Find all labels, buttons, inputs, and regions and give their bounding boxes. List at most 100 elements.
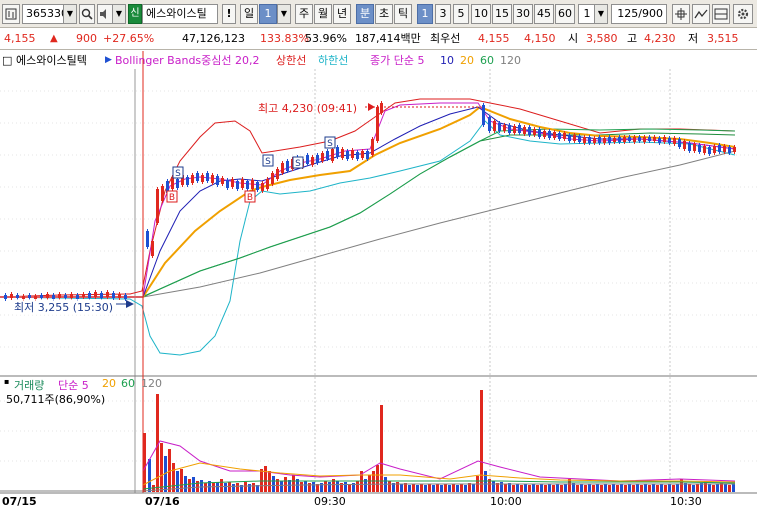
candle-body [82, 294, 85, 297]
expand-icon[interactable]: ▶ [105, 54, 112, 67]
interval-10-button[interactable]: 10 [471, 4, 491, 24]
period-year-button[interactable]: 년 [333, 4, 351, 24]
chart-type-icon[interactable] [2, 4, 20, 24]
interval-1-button[interactable]: 1 [417, 4, 433, 24]
volume-bar [512, 485, 515, 492]
interval-60-button[interactable]: 60 [555, 4, 575, 24]
speaker-dropdown[interactable]: ▼ [112, 4, 126, 24]
legend-ma120: 120 [500, 54, 521, 67]
collapse-icon[interactable]: □ [2, 54, 12, 67]
legend-upper: 상한선 [276, 54, 307, 67]
volume-bar [244, 482, 247, 492]
candle-body [678, 139, 681, 147]
volume-bar [396, 482, 399, 492]
volume-bar [288, 480, 291, 492]
candle-body [40, 295, 43, 298]
volume-bar [148, 459, 151, 492]
candle-body [643, 137, 646, 142]
stock-code-input[interactable]: 365330 [22, 4, 68, 24]
candle-body [16, 295, 19, 298]
volume-bar [200, 480, 203, 492]
candle-body [638, 137, 641, 141]
candle-body [648, 137, 651, 141]
time-label-0930: 09:30 [314, 495, 346, 508]
volume-collapse-icon[interactable]: ▪ [4, 377, 9, 386]
candle-body [356, 152, 359, 159]
custom-interval-dropdown[interactable]: ▼ [594, 4, 608, 24]
volume-bar [420, 484, 423, 492]
candle-body [201, 175, 204, 182]
candle-body [331, 149, 334, 161]
candle-body [693, 144, 696, 151]
volume-bar [708, 484, 711, 492]
period-tick-button[interactable]: 틱 [394, 4, 412, 24]
volume-bar [416, 485, 419, 492]
candle-body [100, 293, 103, 298]
volume-bar [732, 484, 735, 492]
speaker-icon[interactable] [97, 4, 113, 24]
candle-body [718, 145, 721, 152]
candle-body [211, 175, 214, 183]
candle-body [583, 137, 586, 143]
candle-body [251, 180, 254, 189]
volume-bar [472, 484, 475, 492]
interval-15-button[interactable]: 15 [492, 4, 512, 24]
bars-count-field[interactable]: 125/900 [611, 4, 667, 24]
split-window-icon[interactable] [712, 4, 730, 24]
period-month-button[interactable]: 월 [314, 4, 332, 24]
candle-body [88, 293, 91, 298]
search-icon[interactable] [79, 4, 95, 24]
candle-body [206, 173, 209, 181]
volume-bar [632, 485, 635, 492]
volume-bar [668, 484, 671, 492]
candle-body [346, 151, 349, 159]
candle-body [543, 131, 546, 137]
candle-body [161, 186, 164, 201]
volume-value: 47,126,123 [182, 32, 245, 45]
interval-30-button[interactable]: 30 [513, 4, 533, 24]
crosshair-icon[interactable] [672, 4, 690, 24]
alert-button[interactable]: ! [222, 4, 236, 24]
legend-bollinger: Bollinger Bands중심선 20,2 [115, 54, 260, 67]
candle-body [176, 179, 179, 188]
candle-body [326, 151, 329, 159]
volume-bar [648, 485, 651, 492]
period-day-button[interactable]: 일 [240, 4, 258, 24]
sell-signal-label: S [295, 159, 301, 169]
volume-bar [672, 485, 675, 492]
period-week-button[interactable]: 주 [295, 4, 313, 24]
price-chart[interactable]: S S S S B B [0, 51, 757, 511]
period-second-button[interactable]: 초 [375, 4, 393, 24]
candle-body [156, 189, 159, 223]
period-count-dropdown[interactable]: ▼ [277, 4, 291, 24]
volume-bar [312, 482, 315, 492]
candle-body [568, 135, 571, 141]
volume-bar [620, 484, 623, 492]
candle-body [281, 163, 284, 173]
candle-body [261, 183, 264, 191]
volume-bar [596, 484, 599, 492]
period-minute-button[interactable]: 분 [356, 4, 374, 24]
volume-bar [548, 484, 551, 492]
stock-code-dropdown[interactable]: ▼ [63, 4, 77, 24]
volume-bar [580, 484, 583, 492]
candle-body [658, 138, 661, 143]
period-count-field[interactable]: 1 [259, 4, 277, 24]
indicator-icon[interactable] [692, 4, 710, 24]
volume-bar [328, 482, 331, 492]
volume-bar [248, 484, 251, 492]
time-label-0716: 07/16 [145, 495, 180, 508]
candle-body [528, 127, 531, 135]
legend-lower: 하한선 [318, 54, 349, 67]
settings-gear-icon[interactable] [733, 4, 753, 24]
volume-bar [532, 484, 535, 492]
interval-5-button[interactable]: 5 [453, 4, 469, 24]
candle-body [106, 292, 109, 297]
interval-45-button[interactable]: 45 [534, 4, 554, 24]
interval-3-button[interactable]: 3 [435, 4, 451, 24]
volume-bar [436, 484, 439, 492]
buy-signal-label: B [247, 193, 253, 203]
current-price: 4,155 [4, 32, 36, 45]
volume-bar [324, 481, 327, 492]
stock-name-field: 에스와이스틸 [142, 4, 218, 24]
